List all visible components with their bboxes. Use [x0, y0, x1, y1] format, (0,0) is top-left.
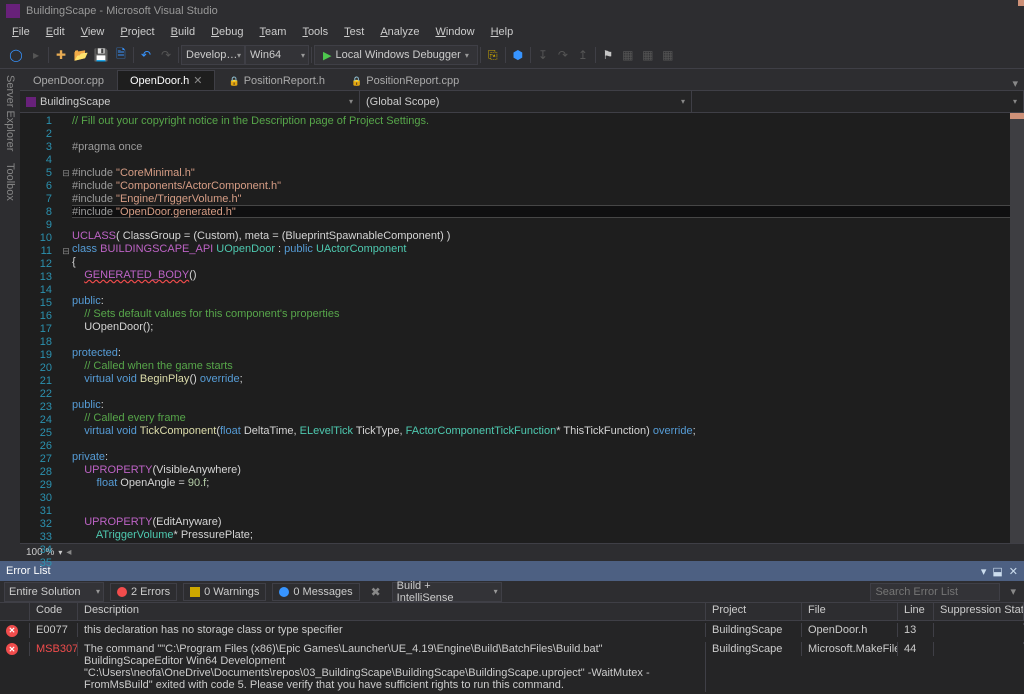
titlebar: BuildingScape - Microsoft Visual Studio — [0, 0, 1024, 22]
redo-icon: ↷ — [156, 45, 176, 65]
menubar: FileEditViewProjectBuildDebugTeamToolsTe… — [0, 22, 1024, 42]
clear-filter-icon[interactable]: ✖ — [366, 582, 386, 602]
namespace-scope-dropdown[interactable]: (Global Scope) — [360, 91, 692, 112]
pin-icon[interactable]: ⬓ — [992, 565, 1002, 578]
scope-bar: BuildingScape (Global Scope) — [20, 91, 1024, 113]
side-rail: Server Explorer Toolbox — [0, 69, 20, 549]
lock-icon: 🔒 — [351, 76, 362, 87]
window-dropdown-icon[interactable]: ▾ — [981, 565, 987, 578]
open-file-icon[interactable]: 📂 — [71, 45, 91, 65]
errorlist-header[interactable]: Error List ▾ ⬓ ✕ — [0, 561, 1024, 581]
flag-icon[interactable]: ⚑ — [598, 45, 618, 65]
error-icon — [117, 587, 127, 597]
menu-build[interactable]: Build — [163, 26, 203, 38]
play-icon: ▶ — [323, 49, 331, 62]
menu-help[interactable]: Help — [483, 26, 522, 38]
save-icon[interactable]: 💾 — [91, 45, 111, 65]
project-icon — [26, 97, 36, 107]
error-row[interactable]: ✕MSB3075The command ""C:\Program Files (… — [0, 640, 1024, 694]
tab-label: OpenDoor.cpp — [33, 75, 104, 87]
code-editor[interactable]: 1234567891011121314151617181920212223242… — [20, 113, 1024, 543]
menu-team[interactable]: Team — [252, 26, 295, 38]
lock-icon: 🔒 — [228, 76, 239, 87]
project-scope-dropdown[interactable]: BuildingScape — [20, 91, 360, 112]
menu-project[interactable]: Project — [112, 26, 162, 38]
step-into-icon: ↧ — [533, 45, 553, 65]
i1-icon: ▦ — [618, 45, 638, 65]
error-table-header[interactable]: Code Description Project File Line Suppr… — [0, 603, 1024, 621]
member-scope-dropdown[interactable] — [692, 91, 1024, 112]
tab-opendoor-cpp[interactable]: OpenDoor.cpp — [20, 71, 117, 90]
search-dropdown-icon[interactable]: ▾ — [1006, 585, 1020, 598]
menu-view[interactable]: View — [73, 26, 113, 38]
menu-edit[interactable]: Edit — [38, 26, 73, 38]
search-errorlist-input[interactable] — [870, 583, 1000, 601]
vertical-scrollbar[interactable] — [1010, 113, 1024, 543]
hex-icon[interactable]: ⬢ — [508, 45, 528, 65]
scroll-marker — [1010, 113, 1024, 119]
i2-icon: ▦ — [638, 45, 658, 65]
solution-filter-dropdown[interactable]: Entire Solution — [4, 582, 104, 602]
messages-pill[interactable]: 0 Messages — [272, 583, 359, 601]
ribbon-overflow-marker — [1018, 0, 1024, 6]
tab-positionreport-h[interactable]: 🔒 PositionReport.h — [215, 71, 338, 90]
nav-back-icon[interactable]: ◯ — [6, 45, 26, 65]
errors-pill[interactable]: 2 Errors — [110, 583, 177, 601]
platform-dropdown[interactable]: Win64 — [245, 45, 309, 65]
tab-close-icon[interactable]: ✕ — [193, 74, 202, 87]
close-icon[interactable]: ✕ — [1009, 565, 1018, 578]
server-explorer-tab[interactable]: Server Explorer — [4, 69, 16, 157]
save-all-icon[interactable]: 🗎 — [111, 45, 131, 65]
errorlist-toolbar: Entire Solution 2 Errors 0 Warnings 0 Me… — [0, 581, 1024, 603]
nav-fwd-icon: ▸ — [26, 45, 46, 65]
warnings-pill[interactable]: 0 Warnings — [183, 583, 266, 601]
tab-label: PositionReport.h — [244, 75, 325, 87]
error-icon: ✕ — [6, 643, 18, 655]
document-tabs: OpenDoor.cpp OpenDoor.h ✕ 🔒 PositionReport.… — [20, 69, 1024, 91]
menu-tools[interactable]: Tools — [294, 26, 336, 38]
window-title: BuildingScape - Microsoft Visual Studio — [26, 5, 218, 17]
menu-file[interactable]: File — [4, 26, 38, 38]
error-table: Code Description Project File Line Suppr… — [0, 603, 1024, 694]
toolbox-tab[interactable]: Toolbox — [4, 157, 16, 207]
tab-label: PositionReport.cpp — [366, 75, 459, 87]
i3-icon: ▦ — [658, 45, 678, 65]
config-dropdown[interactable]: Develop… — [181, 45, 245, 65]
code-area[interactable]: // Fill out your copyright notice in the… — [72, 113, 1010, 543]
tab-overflow-icon[interactable]: ▾ — [1006, 77, 1024, 90]
info-icon — [279, 587, 289, 597]
menu-window[interactable]: Window — [427, 26, 482, 38]
error-row[interactable]: ✕E0077this declaration has no storage cl… — [0, 621, 1024, 640]
start-debug-button[interactable]: ▶Local Windows Debugger▾ — [314, 45, 478, 65]
tab-positionreport-cpp[interactable]: 🔒 PositionReport.cpp — [338, 71, 472, 90]
main-toolbar: ◯ ▸ ✚ 📂 💾 🗎 ↶ ↷ Develop… Win64 ▶Local Wi… — [0, 42, 1024, 69]
menu-analyze[interactable]: Analyze — [372, 26, 427, 38]
menu-test[interactable]: Test — [336, 26, 372, 38]
line-gutter: 1234567891011121314151617181920212223242… — [20, 113, 60, 543]
vs-logo-icon — [6, 4, 20, 18]
error-icon: ✕ — [6, 625, 18, 637]
warning-icon — [190, 587, 200, 597]
tab-opendoor-h[interactable]: OpenDoor.h ✕ — [117, 70, 216, 90]
fold-column[interactable]: ⊟⊟ — [60, 113, 72, 543]
build-filter-dropdown[interactable]: Build + IntelliSense — [392, 582, 502, 602]
undo-icon[interactable]: ↶ — [136, 45, 156, 65]
new-project-icon[interactable]: ✚ — [51, 45, 71, 65]
zoom-bar: 100 %▾ ◂ — [20, 543, 1024, 561]
tab-label: OpenDoor.h — [130, 75, 189, 87]
step-out-icon: ↥ — [573, 45, 593, 65]
step-over-icon: ↷ — [553, 45, 573, 65]
step-icon[interactable]: ⎘ — [483, 45, 503, 65]
menu-debug[interactable]: Debug — [203, 26, 251, 38]
